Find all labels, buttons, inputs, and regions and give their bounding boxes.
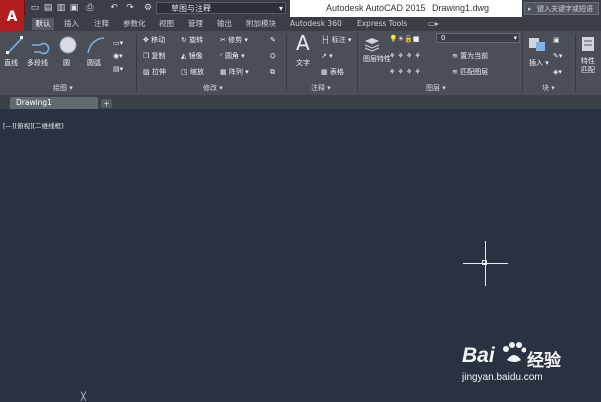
- properties-label[interactable]: 特性: [581, 57, 595, 66]
- match-label[interactable]: 匹配: [581, 66, 595, 75]
- panel-divider: [575, 34, 576, 91]
- workspace-dropdown[interactable]: 草图与注释 ▾: [156, 2, 286, 14]
- line-label[interactable]: 直线: [4, 58, 18, 68]
- redo-icon[interactable]: ↷: [124, 2, 136, 14]
- layer-properties-icon[interactable]: [363, 36, 381, 52]
- save-icon[interactable]: ▤: [42, 2, 54, 14]
- tab-output[interactable]: 输出: [217, 18, 232, 30]
- search-placeholder: 键入关键字或短语: [537, 5, 593, 13]
- circle-label[interactable]: 圆: [63, 58, 70, 68]
- insert-block-icon[interactable]: [527, 35, 547, 53]
- panel-divider: [522, 34, 523, 91]
- viewport-controls[interactable]: [—][俯视][二维线框]: [3, 120, 64, 130]
- window-title: Autodesk AutoCAD 2015 Drawing1.dwg: [290, 0, 522, 17]
- autocad-logo-icon: A: [6, 9, 18, 25]
- block-panel-title[interactable]: 块 ▾: [542, 84, 555, 93]
- scale-button[interactable]: ◳ 缩放: [181, 67, 204, 77]
- layer-state-icons: 💡☀🔓■: [389, 35, 420, 43]
- table-draw-icon[interactable]: ▤▾: [113, 64, 123, 74]
- layers-panel-title[interactable]: 图层 ▾: [426, 84, 446, 93]
- print-icon[interactable]: ⎙: [84, 2, 96, 14]
- ribbon-tabs: 默认 插入 注释 参数化 视图 管理 输出 附加模块 Autodesk 360 …: [24, 17, 601, 31]
- rectangle-icon[interactable]: ▭▾: [113, 38, 123, 48]
- polyline-label[interactable]: 多段线: [27, 58, 48, 68]
- erase-icon[interactable]: ✎: [270, 35, 276, 45]
- layer-properties-label[interactable]: 图层特性: [363, 55, 391, 64]
- undo-icon[interactable]: ↶: [108, 2, 120, 14]
- watermark-url: jingyan.baidu.com: [462, 372, 543, 383]
- paw-icon: [503, 342, 526, 362]
- text-icon[interactable]: A: [296, 31, 310, 55]
- panel-divider: [286, 34, 287, 91]
- ribbon: 直线 多段线 圆 圆弧 ▭▾ ◉▾ ▤▾ 绘图 ▾ ✥ 移动 ↻ 旋转 ✂ 修剪…: [0, 31, 601, 96]
- application-menu-button[interactable]: A: [0, 0, 25, 34]
- array-button[interactable]: ▦ 阵列 ▾: [220, 67, 249, 77]
- pickbox: [482, 260, 487, 265]
- mirror-button[interactable]: ◭ 镜像: [181, 51, 203, 61]
- text-label[interactable]: 文字: [296, 58, 310, 68]
- layer-tools-row1[interactable]: ⚘ ⚘ ⚘ ⚘: [389, 51, 421, 61]
- copy-button[interactable]: ❐ 复制: [143, 51, 166, 61]
- arc-label[interactable]: 圆弧: [87, 58, 101, 68]
- match-layer-button[interactable]: ≋ 匹配图层: [452, 67, 488, 77]
- tab-home[interactable]: 默认: [32, 18, 54, 30]
- polyline-icon[interactable]: [30, 35, 52, 55]
- arc-icon[interactable]: [85, 35, 107, 55]
- fillet-button[interactable]: ◜ 圆角 ▾: [220, 51, 245, 61]
- search-input[interactable]: ▸ 键入关键字或短语: [524, 2, 599, 15]
- rotate-button[interactable]: ↻ 旋转: [181, 35, 203, 45]
- document-name: Drawing1.dwg: [432, 3, 490, 13]
- baidu-logo-text: Bai: [462, 344, 495, 367]
- block-attr-icon[interactable]: ◈▾: [553, 67, 562, 77]
- layer-tools-row2[interactable]: ⚘ ⚘ ⚘ ⚘: [389, 67, 421, 77]
- layer-dropdown[interactable]: 0 ▾: [436, 33, 520, 43]
- move-button[interactable]: ✥ 移动: [143, 35, 165, 45]
- jingyan-text: 经验: [527, 351, 561, 371]
- video-icon[interactable]: ▭▸: [428, 18, 439, 30]
- dimension-button[interactable]: ├┤ 标注 ▾: [321, 35, 351, 45]
- annotation-panel-title[interactable]: 注释 ▾: [311, 84, 331, 93]
- hatch-icon[interactable]: ◉▾: [113, 51, 123, 61]
- stretch-button[interactable]: ▨ 拉伸: [143, 67, 166, 77]
- match-properties-icon[interactable]: [580, 35, 596, 53]
- tab-addins[interactable]: 附加模块: [246, 18, 276, 30]
- document-tab-drawing1[interactable]: Drawing1: [10, 97, 98, 109]
- circle-icon[interactable]: [58, 35, 78, 55]
- insert-label[interactable]: 插入 ▾: [529, 58, 549, 68]
- gear-icon[interactable]: ⚙: [142, 2, 154, 14]
- workspace-label: 草图与注释: [171, 4, 211, 13]
- line-icon[interactable]: [6, 35, 24, 55]
- saveas-icon[interactable]: ▥: [55, 2, 67, 14]
- new-tab-button[interactable]: +: [101, 99, 112, 108]
- trim-button[interactable]: ✂ 修剪 ▾: [220, 35, 248, 45]
- tab-manage[interactable]: 管理: [188, 18, 203, 30]
- chevron-right-icon: ▸: [528, 5, 532, 13]
- tab-insert[interactable]: 插入: [64, 18, 79, 30]
- explode-icon[interactable]: ⛭: [270, 51, 276, 61]
- set-current-button[interactable]: ≋ 置为当前: [452, 51, 488, 61]
- create-block-icon[interactable]: ▣: [553, 35, 560, 45]
- tab-annotate[interactable]: 注释: [94, 18, 109, 30]
- app-name: Autodesk AutoCAD 2015: [326, 3, 426, 13]
- tab-parametric[interactable]: 参数化: [123, 18, 146, 30]
- chevron-down-icon: ▾: [278, 4, 283, 13]
- title-bar: ▭ ▤ ▥ ▣ ⎙ ↶ ↷ ⚙ 草图与注释 ▾ Autodesk AutoCAD…: [0, 0, 601, 17]
- table-button[interactable]: ▦ 表格: [321, 67, 344, 77]
- chevron-down-icon: ▾: [513, 34, 517, 42]
- open-icon[interactable]: ▭: [29, 2, 41, 14]
- offset-icon[interactable]: ⧉: [270, 67, 275, 77]
- tab-express-tools[interactable]: Express Tools: [357, 18, 407, 30]
- document-tabs: Drawing1 +: [0, 95, 601, 109]
- panel-divider: [136, 34, 137, 91]
- edit-block-icon[interactable]: ✎▾: [553, 51, 562, 61]
- plot-icon[interactable]: ▣: [68, 2, 80, 14]
- tab-autodesk360[interactable]: Autodesk 360: [290, 18, 342, 30]
- modify-panel-title[interactable]: 修改 ▾: [203, 84, 223, 93]
- tab-view[interactable]: 视图: [159, 18, 174, 30]
- panel-divider: [357, 34, 358, 91]
- draw-panel-title[interactable]: 绘图 ▾: [53, 84, 73, 93]
- leader-icon[interactable]: ↗ ▾: [321, 51, 333, 61]
